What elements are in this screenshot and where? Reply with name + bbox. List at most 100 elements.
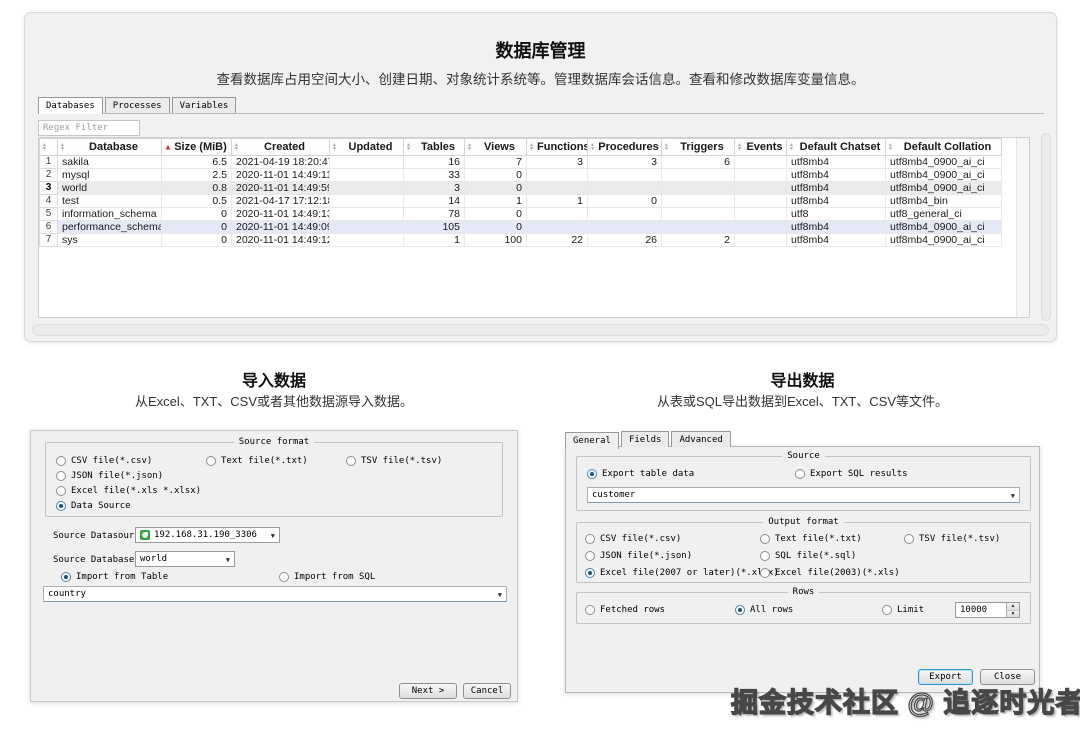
column-header-views[interactable]: Views bbox=[465, 139, 527, 156]
source-datasource-combo[interactable]: 192.168.31.190_3306 ▼ bbox=[135, 527, 280, 543]
tab-processes[interactable]: Processes bbox=[105, 97, 170, 113]
cell: 2021-04-17 17:12:18 bbox=[232, 195, 330, 208]
radio-excel-file[interactable]: Excel file(*.xls *.xlsx) bbox=[56, 486, 201, 496]
column-header-updated[interactable]: Updated bbox=[330, 139, 404, 156]
radio-icon bbox=[904, 534, 914, 544]
table-row-world[interactable]: 3world0.82020-11-01 14:49:5930utf8mb4utf… bbox=[40, 182, 1002, 195]
radio-out-csv[interactable]: CSV file(*.csv) bbox=[585, 534, 681, 544]
radio-icon-checked bbox=[585, 568, 595, 578]
table-row-sys[interactable]: 7sys02020-11-01 14:49:12110022262utf8mb4… bbox=[40, 234, 1002, 247]
cell: 22 bbox=[527, 234, 588, 247]
sort-icon bbox=[234, 143, 239, 151]
export-table-combo[interactable]: customer ▼ bbox=[587, 487, 1020, 503]
column-header-functions[interactable]: Functions bbox=[527, 139, 588, 156]
radio-icon bbox=[760, 534, 770, 544]
source-database-combo[interactable]: world ▼ bbox=[135, 551, 235, 567]
radio-tsv-file[interactable]: TSV file(*.tsv) bbox=[346, 456, 442, 466]
column-header-database[interactable]: Database bbox=[58, 139, 162, 156]
radio-export-table-data[interactable]: Export table data bbox=[587, 469, 694, 479]
cell: 0 bbox=[465, 221, 527, 234]
radio-icon bbox=[346, 456, 356, 466]
regex-filter-input[interactable] bbox=[38, 120, 140, 136]
tab-variables[interactable]: Variables bbox=[172, 97, 237, 113]
radio-export-sql-results[interactable]: Export SQL results bbox=[795, 469, 908, 479]
cell: utf8mb4 bbox=[787, 156, 886, 169]
radio-out-xls[interactable]: Excel file(2003)(*.xls) bbox=[760, 568, 900, 578]
radio-icon-checked bbox=[735, 605, 745, 615]
column-header-procedures[interactable]: Procedures bbox=[588, 139, 662, 156]
cell: 0 bbox=[465, 169, 527, 182]
limit-value[interactable]: 10000 bbox=[956, 603, 1006, 617]
next-button[interactable]: Next > bbox=[399, 683, 457, 699]
panel-vertical-scrollbar[interactable] bbox=[1041, 133, 1051, 321]
source-table-combo[interactable]: country ▼ bbox=[43, 586, 507, 602]
import-section-title: 导入数据 bbox=[30, 367, 518, 391]
radio-out-xlsx[interactable]: Excel file(2007 or later)(*.xlsx) bbox=[585, 568, 779, 578]
table-row-test[interactable]: 4test0.52021-04-17 17:12:1814110utf8mb4u… bbox=[40, 195, 1002, 208]
radio-import-from-table[interactable]: Import from Table bbox=[61, 572, 168, 582]
radio-limit[interactable]: Limit bbox=[882, 605, 924, 615]
tab-fields[interactable]: Fields bbox=[621, 431, 670, 447]
export-button[interactable]: Export bbox=[918, 669, 973, 685]
radio-text-file[interactable]: Text file(*.txt) bbox=[206, 456, 308, 466]
radio-out-tsv[interactable]: TSV file(*.tsv) bbox=[904, 534, 1000, 544]
sort-icon bbox=[590, 143, 595, 151]
cell bbox=[588, 208, 662, 221]
radio-all-rows[interactable]: All rows bbox=[735, 605, 793, 615]
cell bbox=[527, 182, 588, 195]
column-header-default-chatset[interactable]: Default Chatset bbox=[787, 139, 886, 156]
radio-json-file[interactable]: JSON file(*.json) bbox=[56, 471, 163, 481]
cell: sakila bbox=[58, 156, 162, 169]
tab-general[interactable]: General bbox=[565, 432, 619, 449]
column-header-tables[interactable]: Tables bbox=[404, 139, 465, 156]
column-header-triggers[interactable]: Triggers bbox=[662, 139, 735, 156]
radio-out-sql[interactable]: SQL file(*.sql) bbox=[760, 551, 856, 561]
tab-databases[interactable]: Databases bbox=[38, 97, 103, 114]
radio-icon bbox=[760, 568, 770, 578]
column-header-size-mib-[interactable]: Size (MiB) bbox=[162, 139, 232, 156]
source-legend: Source bbox=[782, 451, 825, 461]
sort-ascending-icon bbox=[164, 144, 172, 151]
radio-icon bbox=[760, 551, 770, 561]
radio-csv-file[interactable]: CSV file(*.csv) bbox=[56, 456, 152, 466]
column-header-created[interactable]: Created bbox=[232, 139, 330, 156]
rows-legend: Rows bbox=[788, 587, 820, 597]
cell: 1 bbox=[465, 195, 527, 208]
table-row-sakila[interactable]: 1sakila6.52021-04-19 18:20:47167336utf8m… bbox=[40, 156, 1002, 169]
cell: 16 bbox=[404, 156, 465, 169]
table-vertical-scrollbar[interactable] bbox=[1016, 138, 1029, 317]
table-row-mysql[interactable]: 2mysql2.52020-11-01 14:49:11330utf8mb4ut… bbox=[40, 169, 1002, 182]
column-header-events[interactable]: Events bbox=[735, 139, 787, 156]
table-row-performance_schema[interactable]: 6performance_schema02020-11-01 14:49:091… bbox=[40, 221, 1002, 234]
cell bbox=[735, 169, 787, 182]
cell bbox=[330, 182, 404, 195]
radio-icon bbox=[56, 486, 66, 496]
limit-spinner[interactable]: 10000 ▲ ▼ bbox=[955, 602, 1020, 618]
cell bbox=[330, 195, 404, 208]
close-button[interactable]: Close bbox=[980, 669, 1035, 685]
radio-data-source[interactable]: Data Source bbox=[56, 501, 131, 511]
spin-up-icon[interactable]: ▲ bbox=[1007, 603, 1019, 611]
tab-advanced[interactable]: Advanced bbox=[671, 431, 730, 447]
cell: utf8mb4_0900_ai_ci bbox=[886, 234, 1002, 247]
radio-icon bbox=[56, 456, 66, 466]
radio-import-from-sql[interactable]: Import from SQL bbox=[279, 572, 375, 582]
radio-out-json[interactable]: JSON file(*.json) bbox=[585, 551, 692, 561]
page-subtitle: 查看数据库占用空间大小、创建日期、对象统计系统等。管理数据库会话信息。查看和修改… bbox=[25, 68, 1056, 88]
table-row-information_schema[interactable]: 5information_schema02020-11-01 14:49:137… bbox=[40, 208, 1002, 221]
cancel-button[interactable]: Cancel bbox=[463, 683, 511, 699]
cell: 0.8 bbox=[162, 182, 232, 195]
databases-table-container: DatabaseSize (MiB)CreatedUpdatedTablesVi… bbox=[38, 137, 1030, 318]
panel-horizontal-scrollbar[interactable] bbox=[32, 324, 1049, 336]
radio-fetched-rows[interactable]: Fetched rows bbox=[585, 605, 665, 615]
radio-icon-checked bbox=[61, 572, 71, 582]
cell: 2020-11-01 14:49:59 bbox=[232, 182, 330, 195]
cell: 3 bbox=[404, 182, 465, 195]
radio-icon bbox=[585, 551, 595, 561]
sort-icon bbox=[406, 143, 411, 151]
spin-down-icon[interactable]: ▼ bbox=[1007, 611, 1019, 618]
cell: utf8mb4_0900_ai_ci bbox=[886, 156, 1002, 169]
cell: performance_schema bbox=[58, 221, 162, 234]
column-header-default-collation[interactable]: Default Collation bbox=[886, 139, 1002, 156]
radio-out-text[interactable]: Text file(*.txt) bbox=[760, 534, 862, 544]
